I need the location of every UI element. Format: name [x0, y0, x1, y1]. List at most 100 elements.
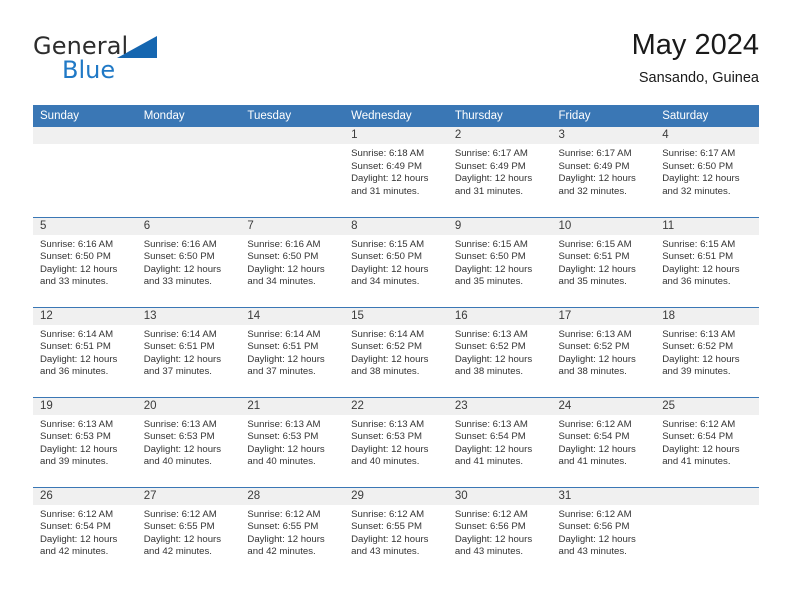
daylight-text-line1: Daylight: 12 hours [454, 353, 533, 365]
daylight-text-line1: Daylight: 12 hours [40, 443, 118, 455]
sunrise-text: Sunrise: 6:12 AM [351, 508, 425, 520]
daylight-text-line2: and 43 minutes. [351, 546, 420, 558]
brand-name-blue: Blue [62, 56, 116, 84]
day-cell[interactable]: 8 Sunrise: 6:15 AM Sunset: 6:50 PM Daylight… [344, 216, 448, 307]
day-cell[interactable]: 10 Sunrise: 6:15 AM Sunset: 6:51 PM Dayligh… [551, 216, 656, 307]
sunrise-text: Sunrise: 6:14 AM [247, 328, 321, 340]
daylight-text-line2: and 32 minutes. [558, 185, 627, 197]
sunset-text: Sunset: 6:51 PM [558, 251, 630, 263]
day-details: Sunrise: 6:14 AM Sunset: 6:51 PM Daylight:… [137, 325, 241, 379]
day-number: 11 [655, 217, 759, 235]
daylight-text-line1: Daylight: 12 hours [558, 443, 636, 455]
daylight-text-line1: Daylight: 12 hours [351, 173, 429, 185]
day-cell[interactable]: 27 Sunrise: 6:12 AM Sunset: 6:55 PM Dayligh… [136, 486, 241, 577]
day-cell[interactable]: 11 Sunrise: 6:15 AM Sunset: 6:51 PM Dayligh… [655, 216, 759, 307]
daylight-text-line1: Daylight: 12 hours [351, 533, 429, 545]
sunrise-text: Sunrise: 6:16 AM [40, 238, 114, 250]
sunset-text: Sunset: 6:54 PM [40, 521, 111, 533]
day-cell[interactable]: 12 Sunrise: 6:14 AM Sunset: 6:51 PM Dayligh… [33, 306, 137, 397]
day-cell[interactable]: 28 Sunrise: 6:12 AM Sunset: 6:55 PM Dayligh… [240, 486, 345, 577]
day-details: Sunrise: 6:12 AM Sunset: 6:55 PM Daylight:… [240, 505, 344, 559]
daylight-text-line2: and 35 minutes. [558, 276, 627, 288]
day-number: 22 [344, 397, 448, 415]
day-cell[interactable]: 16 Sunrise: 6:13 AM Sunset: 6:52 PM Dayligh… [447, 306, 552, 397]
sunrise-text: Sunrise: 6:14 AM [40, 328, 114, 340]
daylight-text-line1: Daylight: 12 hours [143, 533, 222, 545]
day-cell[interactable]: 9 Sunrise: 6:15 AM Sunset: 6:50 PM Daylight… [447, 216, 552, 307]
day-cell[interactable]: 26 Sunrise: 6:12 AM Sunset: 6:54 PM Dayligh… [33, 486, 137, 577]
day-cell[interactable]: 5 Sunrise: 6:16 AM Sunset: 6:50 PM Daylight… [33, 216, 137, 307]
day-cell[interactable]: 20 Sunrise: 6:13 AM Sunset: 6:53 PM Dayligh… [136, 396, 241, 487]
daylight-text-line2: and 42 minutes. [40, 546, 109, 558]
sunrise-text: Sunrise: 6:13 AM [662, 328, 736, 340]
daylight-text-line1: Daylight: 12 hours [558, 353, 636, 365]
day-number: 4 [655, 127, 759, 144]
day-cell[interactable]: 18 Sunrise: 6:13 AM Sunset: 6:52 PM Dayligh… [655, 306, 759, 397]
day-number: 7 [240, 217, 345, 235]
brand-logo[interactable]: General Blue [33, 32, 213, 88]
day-number: 16 [447, 307, 552, 325]
day-details: Sunrise: 6:15 AM Sunset: 6:50 PM Daylight:… [448, 235, 552, 289]
daylight-text-line1: Daylight: 12 hours [454, 533, 533, 545]
day-number: 21 [240, 397, 345, 415]
weekday-header-row: Sunday Monday Tuesday Wednesday Thursday… [33, 105, 759, 127]
sunrise-text: Sunrise: 6:16 AM [143, 238, 217, 250]
weekday-header-monday: Monday [136, 105, 241, 127]
day-cell[interactable] [136, 127, 241, 217]
daylight-text-line1: Daylight: 12 hours [143, 263, 222, 275]
daylight-text-line2: and 38 minutes. [351, 366, 420, 378]
day-cell[interactable]: 15 Sunrise: 6:14 AM Sunset: 6:52 PM Dayligh… [344, 306, 448, 397]
sunset-text: Sunset: 6:51 PM [143, 341, 215, 353]
daylight-text-line1: Daylight: 12 hours [558, 173, 636, 185]
daylight-text-line2: and 38 minutes. [558, 366, 627, 378]
daylight-text-line2: and 43 minutes. [454, 546, 524, 558]
day-cell[interactable]: 24 Sunrise: 6:12 AM Sunset: 6:54 PM Dayligh… [551, 396, 656, 487]
sunrise-text: Sunrise: 6:18 AM [351, 148, 425, 159]
day-cell[interactable] [33, 127, 137, 217]
day-cell[interactable] [240, 127, 345, 217]
sunset-text: Sunset: 6:52 PM [558, 341, 630, 353]
sunset-text: Sunset: 6:56 PM [558, 521, 630, 533]
day-number: 6 [136, 217, 241, 235]
sunset-text: Sunset: 6:49 PM [351, 160, 423, 172]
day-cell[interactable]: 17 Sunrise: 6:13 AM Sunset: 6:52 PM Dayligh… [551, 306, 656, 397]
sunset-text: Sunset: 6:53 PM [351, 431, 423, 443]
daylight-text-line2: and 42 minutes. [247, 546, 316, 558]
day-cell[interactable] [655, 486, 759, 577]
day-details: Sunrise: 6:12 AM Sunset: 6:56 PM Daylight:… [552, 505, 656, 559]
daylight-text-line2: and 34 minutes. [351, 276, 420, 288]
day-number [240, 127, 345, 144]
sunset-text: Sunset: 6:51 PM [247, 341, 319, 353]
day-cell[interactable]: 25 Sunrise: 6:12 AM Sunset: 6:54 PM Dayligh… [655, 396, 759, 487]
day-cell[interactable]: 2 Sunrise: 6:17 AM Sunset: 6:49 PM Daylight… [447, 127, 552, 217]
daylight-text-line2: and 36 minutes. [40, 366, 109, 378]
day-cell[interactable]: 3 Sunrise: 6:17 AM Sunset: 6:49 PM Daylight… [551, 127, 656, 217]
weekday-header-wednesday: Wednesday [344, 105, 448, 127]
sunrise-text: Sunrise: 6:13 AM [247, 418, 321, 430]
day-details: Sunrise: 6:14 AM Sunset: 6:52 PM Daylight:… [344, 325, 448, 379]
sunset-text: Sunset: 6:50 PM [454, 251, 526, 263]
sunrise-text: Sunrise: 6:15 AM [558, 238, 632, 250]
day-cell[interactable]: 7 Sunrise: 6:16 AM Sunset: 6:50 PM Daylight… [240, 216, 345, 307]
sunset-text: Sunset: 6:53 PM [40, 431, 111, 443]
day-cell[interactable]: 6 Sunrise: 6:16 AM Sunset: 6:50 PM Daylight… [136, 216, 241, 307]
day-cell[interactable]: 4 Sunrise: 6:17 AM Sunset: 6:50 PM Daylight… [655, 127, 759, 217]
day-cell[interactable]: 31 Sunrise: 6:12 AM Sunset: 6:56 PM Dayligh… [551, 486, 656, 577]
day-details: Sunrise: 6:13 AM Sunset: 6:54 PM Daylight:… [448, 415, 552, 469]
day-cell[interactable]: 13 Sunrise: 6:14 AM Sunset: 6:51 PM Dayligh… [136, 306, 241, 397]
day-cell[interactable]: 23 Sunrise: 6:13 AM Sunset: 6:54 PM Dayligh… [447, 396, 552, 487]
day-cell[interactable]: 19 Sunrise: 6:13 AM Sunset: 6:53 PM Dayligh… [33, 396, 137, 487]
day-cell[interactable]: 29 Sunrise: 6:12 AM Sunset: 6:55 PM Dayligh… [344, 486, 448, 577]
day-number: 13 [136, 307, 241, 325]
day-cell[interactable]: 30 Sunrise: 6:12 AM Sunset: 6:56 PM Dayligh… [447, 486, 552, 577]
day-cell[interactable]: 1 Sunrise: 6:18 AM Sunset: 6:49 PM Daylight… [344, 127, 448, 217]
day-cell[interactable]: 14 Sunrise: 6:14 AM Sunset: 6:51 PM Dayligh… [240, 306, 345, 397]
title-block: May 2024 Sansando, Guinea [632, 28, 759, 88]
day-cell[interactable]: 21 Sunrise: 6:13 AM Sunset: 6:53 PM Dayligh… [240, 396, 345, 487]
daylight-text-line1: Daylight: 12 hours [351, 443, 429, 455]
daylight-text-line2: and 40 minutes. [143, 456, 212, 468]
day-number: 8 [344, 217, 448, 235]
day-details: Sunrise: 6:13 AM Sunset: 6:52 PM Daylight:… [448, 325, 552, 379]
daylight-text-line2: and 41 minutes. [558, 456, 627, 468]
day-cell[interactable]: 22 Sunrise: 6:13 AM Sunset: 6:53 PM Dayligh… [344, 396, 448, 487]
